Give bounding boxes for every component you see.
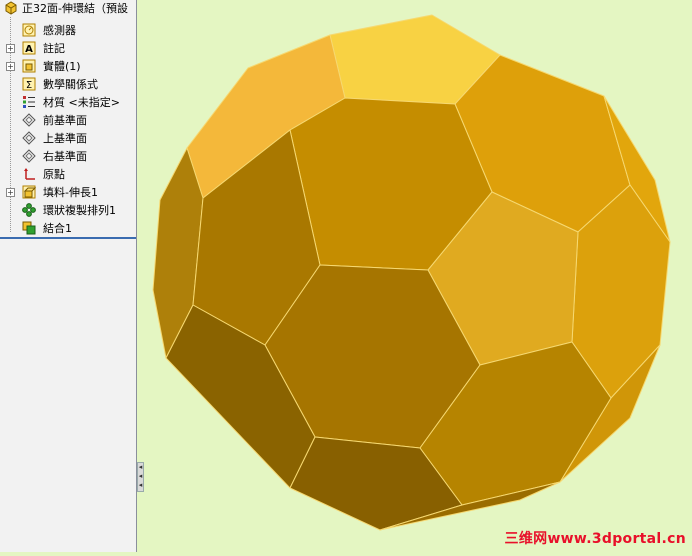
part-icon <box>5 1 17 15</box>
tree-item-boss-extrude[interactable]: + 填料-伸長1 <box>0 184 136 201</box>
tree-item-combine[interactable]: 結合1 <box>0 220 136 237</box>
tree-item-label: 填料-伸長1 <box>43 186 98 199</box>
polyhedron-model[interactable] <box>138 0 692 552</box>
origin-icon <box>24 168 35 180</box>
circular-pattern-icon <box>22 203 36 217</box>
expand-toggle[interactable]: + <box>6 188 15 197</box>
tree-item-label: 材質 <未指定> <box>43 96 120 109</box>
tree-item-label: 上基準面 <box>43 132 87 145</box>
tree-item-label: 感測器 <box>43 24 76 37</box>
tree-item-part[interactable]: 正32面-伸環結（預設 <box>0 0 136 17</box>
tree-item-top-plane[interactable]: 上基準面 <box>0 130 136 147</box>
tree-item-annotations[interactable]: + A 註記 <box>0 40 136 57</box>
combine-icon <box>22 221 36 235</box>
tree-item-right-plane[interactable]: 右基準面 <box>0 148 136 165</box>
tree-item-front-plane[interactable]: 前基準面 <box>0 112 136 129</box>
tree-item-equations[interactable]: Σ 數學關係式 <box>0 76 136 93</box>
tree-item-label: 正32面-伸環結（預設 <box>22 2 128 15</box>
tree-item-label: 結合1 <box>43 222 72 235</box>
equations-icon: Σ <box>22 77 36 91</box>
feature-manager-tree: 正32面-伸環結（預設 感測器 + A 註記 + 實體(1) Σ 數學關係式 材… <box>0 0 137 552</box>
plane-icon <box>22 149 36 163</box>
tree-item-circular-pattern[interactable]: 環狀複製排列1 <box>0 202 136 219</box>
expand-toggle[interactable]: + <box>6 44 15 53</box>
svg-text:Σ: Σ <box>26 80 32 91</box>
plane-icon <box>22 131 36 145</box>
watermark-text: 三维网www.3dportal.cn <box>504 531 686 547</box>
tree-item-label: 註記 <box>43 42 65 55</box>
tree-item-solid-bodies[interactable]: + 實體(1) <box>0 58 136 75</box>
tree-item-label: 原點 <box>43 168 65 181</box>
sensor-icon <box>22 23 36 37</box>
graphics-viewport[interactable] <box>138 0 692 552</box>
tree-item-sensors[interactable]: 感測器 <box>0 22 136 39</box>
tree-item-label: 右基準面 <box>43 150 87 163</box>
plane-icon <box>22 113 36 127</box>
solid-bodies-icon <box>22 59 36 73</box>
expand-toggle[interactable]: + <box>6 62 15 71</box>
tree-item-origin[interactable]: 原點 <box>0 166 136 183</box>
tree-item-label: 數學關係式 <box>43 78 98 91</box>
tree-item-material[interactable]: 材質 <未指定> <box>0 94 136 111</box>
tree-item-label: 實體(1) <box>43 60 81 73</box>
feature-tree-list: 正32面-伸環結（預設 感測器 + A 註記 + 實體(1) Σ 數學關係式 材… <box>0 0 136 239</box>
svg-text:A: A <box>25 44 33 55</box>
tree-item-label: 前基準面 <box>43 114 87 127</box>
material-icon <box>23 96 35 108</box>
annotation-icon: A <box>22 41 36 55</box>
extrude-icon <box>22 185 36 199</box>
tree-item-label: 環狀複製排列1 <box>43 204 116 217</box>
